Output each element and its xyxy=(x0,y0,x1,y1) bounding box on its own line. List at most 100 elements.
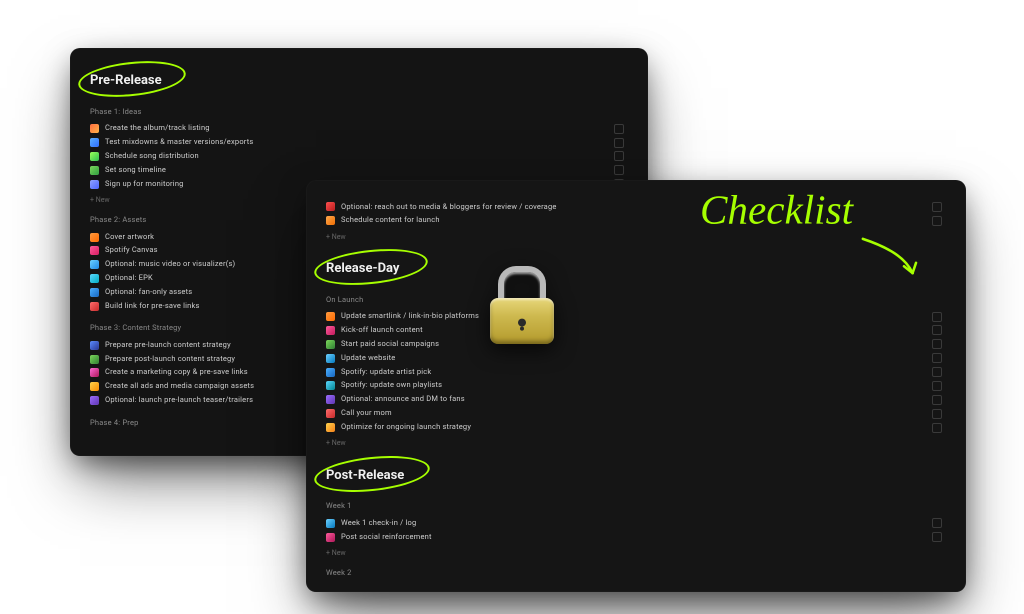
subhead: Week 2 xyxy=(326,568,950,579)
item-label: Update smartlink / link-in-bio platforms xyxy=(341,311,479,322)
bullet-icon xyxy=(90,368,99,377)
bullet-icon xyxy=(326,312,335,321)
new-row-button[interactable]: + New xyxy=(326,548,950,558)
item-label: Call your mom xyxy=(341,408,392,419)
list-item[interactable]: Spotify: update artist pick xyxy=(326,365,950,379)
bullet-icon xyxy=(90,138,99,147)
checkbox-icon[interactable] xyxy=(932,395,942,405)
list-item[interactable]: Test mixdowns & master versions/exports xyxy=(90,136,632,150)
list-item[interactable]: Call your mom xyxy=(326,407,950,421)
bullet-icon xyxy=(326,202,335,211)
item-label: Optional: launch pre-launch teaser/trail… xyxy=(105,395,253,406)
checkbox-icon[interactable] xyxy=(932,518,942,528)
item-label: Spotify: update artist pick xyxy=(341,367,431,378)
list-item[interactable]: Week 1 check-in / log xyxy=(326,516,950,530)
item-label: Week 1 check-in / log xyxy=(341,518,416,529)
bullet-icon xyxy=(90,124,99,133)
item-label: Post social reinforcement xyxy=(341,532,432,543)
item-label: Sign up for monitoring xyxy=(105,179,184,190)
bullet-icon xyxy=(326,519,335,528)
bullet-icon xyxy=(90,152,99,161)
bullet-icon xyxy=(326,423,335,432)
item-label: Update website xyxy=(341,353,395,364)
item-label: Schedule content for launch xyxy=(341,215,440,226)
list-item[interactable]: Schedule song distribution xyxy=(90,149,632,163)
item-label: Schedule song distribution xyxy=(105,151,199,162)
new-row-button[interactable]: + New xyxy=(326,438,950,448)
lock-icon xyxy=(490,266,554,344)
list-item[interactable]: Update smartlink / link-in-bio platforms xyxy=(326,310,950,324)
bullet-icon xyxy=(90,396,99,405)
checkbox-icon[interactable] xyxy=(932,312,942,322)
checkbox-icon[interactable] xyxy=(614,151,624,161)
item-label: Create the album/track listing xyxy=(105,123,210,134)
bullet-icon xyxy=(90,288,99,297)
checkbox-icon[interactable] xyxy=(932,325,942,335)
subhead: Phase 1: Ideas xyxy=(90,107,632,118)
bullet-icon xyxy=(326,395,335,404)
list-item[interactable]: Kick-off launch content xyxy=(326,323,950,337)
bullet-icon xyxy=(326,354,335,363)
bullet-icon xyxy=(90,260,99,269)
bullet-icon xyxy=(326,533,335,542)
item-label: Test mixdowns & master versions/exports xyxy=(105,137,253,148)
bullet-icon xyxy=(326,409,335,418)
item-label: Create a marketing copy & pre-save links xyxy=(105,367,248,378)
checkbox-icon[interactable] xyxy=(932,339,942,349)
list-item[interactable]: Set song timeline xyxy=(90,163,632,177)
section-heading-pre-release: Pre-Release xyxy=(90,72,162,91)
item-label: Prepare post-launch content strategy xyxy=(105,354,235,365)
checkbox-icon[interactable] xyxy=(932,216,942,226)
section-heading-release-day: Release-Day xyxy=(326,260,399,279)
item-label: Optional: fan-only assets xyxy=(105,287,192,298)
checkbox-icon[interactable] xyxy=(932,423,942,433)
bullet-icon xyxy=(326,326,335,335)
bullet-icon xyxy=(326,368,335,377)
bullet-icon xyxy=(90,274,99,283)
item-label: Create all ads and media campaign assets xyxy=(105,381,254,392)
list-item[interactable]: Start paid social campaigns xyxy=(326,337,950,351)
bullet-icon xyxy=(326,216,335,225)
list-item[interactable]: Schedule content for launch xyxy=(326,214,950,228)
bullet-icon xyxy=(90,233,99,242)
bullet-icon xyxy=(90,302,99,311)
item-label: Optional: EPK xyxy=(105,273,153,284)
item-label: Optional: reach out to media & bloggers … xyxy=(341,202,557,213)
list-item[interactable]: Update website xyxy=(326,351,950,365)
list-item[interactable]: Create the album/track listing xyxy=(90,122,632,136)
item-label: Kick-off launch content xyxy=(341,325,423,336)
section-heading-post-release: Post-Release xyxy=(326,467,404,486)
item-label: Spotify: update own playlists xyxy=(341,380,442,391)
list-item[interactable]: Optional: announce and DM to fans xyxy=(326,393,950,407)
bullet-icon xyxy=(90,246,99,255)
item-label: Optional: announce and DM to fans xyxy=(341,394,465,405)
new-row-button[interactable]: + New xyxy=(326,232,950,242)
list-item[interactable]: Optimize for ongoing launch strategy xyxy=(326,421,950,435)
item-label: Cover artwork xyxy=(105,232,154,243)
bullet-icon xyxy=(90,355,99,364)
checkbox-icon[interactable] xyxy=(614,138,624,148)
bullet-icon xyxy=(326,340,335,349)
checkbox-icon[interactable] xyxy=(614,124,624,134)
item-label: Prepare pre-launch content strategy xyxy=(105,340,231,351)
checkbox-icon[interactable] xyxy=(932,353,942,363)
bullet-icon xyxy=(90,166,99,175)
bullet-icon xyxy=(326,381,335,390)
item-label: Optimize for ongoing launch strategy xyxy=(341,422,471,433)
list-item[interactable]: Spotify: update own playlists xyxy=(326,379,950,393)
checklist-card-release-post: Optional: reach out to media & bloggers … xyxy=(306,180,966,592)
subhead: On Launch xyxy=(326,295,950,306)
checkbox-icon[interactable] xyxy=(932,202,942,212)
checkbox-icon[interactable] xyxy=(932,367,942,377)
item-label: Set song timeline xyxy=(105,165,166,176)
item-label: Start paid social campaigns xyxy=(341,339,439,350)
bullet-icon xyxy=(90,180,99,189)
list-item[interactable]: Post social reinforcement xyxy=(326,530,950,544)
list-item[interactable]: Optional: reach out to media & bloggers … xyxy=(326,200,950,214)
checkbox-icon[interactable] xyxy=(614,165,624,175)
bullet-icon xyxy=(90,341,99,350)
bullet-icon xyxy=(90,382,99,391)
checkbox-icon[interactable] xyxy=(932,381,942,391)
checkbox-icon[interactable] xyxy=(932,409,942,419)
checkbox-icon[interactable] xyxy=(932,532,942,542)
